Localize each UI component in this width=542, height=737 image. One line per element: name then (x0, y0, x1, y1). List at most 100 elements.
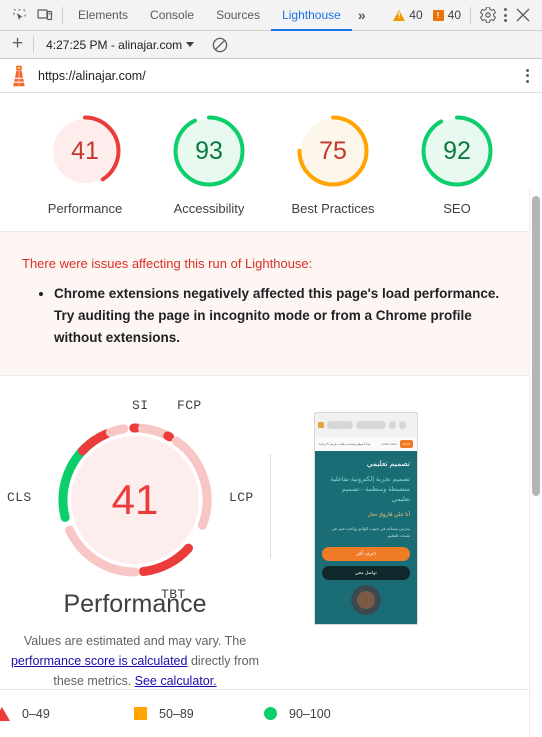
lighthouse-report: 41 Performance 93 Accessibility 75 Best … (0, 94, 542, 737)
page-screenshot-thumbnail: هذا الموقع يستخدم ملفات تعريف الارتباط L… (314, 412, 418, 625)
thumb-paragraph: مدرس مساعد في جنوب الوادي وباحث خبير في … (331, 525, 410, 539)
metric-label-si: SI (132, 398, 149, 413)
score-gauges: 41 Performance 93 Accessibility 75 Best … (0, 94, 542, 231)
panel-tabs: Elements Console Sources Lighthouse (67, 0, 352, 31)
thumb-heading-3: أنا علي فاروق نجار (367, 511, 410, 518)
metric-label-fcp: FCP (177, 398, 202, 413)
performance-gauge-value: 41 (111, 476, 159, 523)
gauge-value-performance: 41 (71, 136, 99, 165)
clear-all-icon[interactable] (210, 35, 230, 55)
new-audit-button[interactable]: + (8, 34, 29, 55)
legend-range-medium: 50–89 (159, 706, 194, 721)
run-warning-item: Chrome extensions negatively affected th… (54, 283, 520, 349)
device-toolbar-icon[interactable] (32, 2, 58, 28)
run-warnings-banner: There were issues affecting this run of … (0, 231, 542, 376)
legend-item-medium: 50–89 (134, 707, 264, 721)
toolbar-divider-2 (470, 6, 471, 24)
warnings-counter[interactable]: 40 (388, 8, 427, 22)
performance-section: 41 SI FCP LCP TBT CLS Performance Values… (0, 376, 542, 691)
warnings-count: 40 (409, 8, 423, 22)
gauge-seo[interactable]: 92 SEO (407, 112, 507, 217)
section-divider (270, 454, 271, 558)
thumb-nav-pill (327, 421, 353, 429)
performance-disclaimer: Values are estimated and may vary. The p… (0, 631, 270, 691)
close-icon[interactable] (510, 2, 536, 28)
devtools-toolbar: Elements Console Sources Lighthouse » 40… (0, 0, 542, 31)
thumb-secondary-button: تواصل معي (322, 565, 410, 580)
gauge-label-seo: SEO (443, 201, 471, 216)
legend-range-low: 0–49 (22, 706, 50, 721)
metric-label-tbt: TBT (161, 587, 186, 602)
tab-lighthouse[interactable]: Lighthouse (271, 0, 352, 31)
tab-sources[interactable]: Sources (205, 0, 271, 31)
lighthouse-logo (10, 65, 28, 87)
issue-square-icon (432, 9, 444, 21)
performance-heading: Performance (63, 590, 207, 618)
metric-label-cls: CLS (7, 490, 32, 505)
gauge-label-accessibility: Accessibility (173, 201, 245, 216)
lighthouse-run-toolbar: + 4:27:25 PM - alinajar.com (0, 31, 542, 59)
tab-console[interactable]: Console (139, 0, 205, 31)
metric-label-lcp: LCP (229, 490, 254, 505)
performance-metric-gauge: 41 SI FCP LCP TBT CLS (7, 398, 253, 602)
thumb-nav-pill-3 (389, 421, 396, 429)
gauge-value-best-practices: 75 (319, 136, 347, 165)
report-content: 41 Performance 93 Accessibility 75 Best … (0, 94, 542, 691)
disclaimer-text-1: Values are estimated and may vary. The (23, 634, 247, 648)
legend-range-high: 90–100 (289, 706, 331, 721)
thumb-cookie-learn-more: Learn more (381, 441, 397, 446)
see-calculator-link[interactable]: See calculator. (135, 674, 217, 688)
report-menu-icon[interactable] (523, 65, 532, 87)
thumb-nav-pill-4 (399, 421, 406, 429)
thumb-cookie-banner: هذا الموقع يستخدم ملفات تعريف الارتباط L… (315, 437, 417, 451)
report-scrollbar-track[interactable] (529, 188, 542, 737)
legend-item-high: 90–100 (264, 707, 331, 721)
gauge-label-best-practices: Best Practices (291, 201, 375, 216)
legend-triangle-icon (0, 706, 10, 721)
legend-item-low: 0–49 (0, 706, 134, 721)
thumb-browser-chrome (315, 413, 417, 437)
gauge-value-accessibility: 93 (195, 136, 223, 165)
run-warnings-list: Chrome extensions negatively affected th… (22, 283, 520, 349)
toolbar-right-group: 40 40 (388, 2, 536, 28)
run-selector-label: 4:27:25 PM - alinajar.com (46, 37, 183, 52)
gauge-best-practices[interactable]: 75 Best Practices (283, 112, 383, 217)
more-tabs-icon[interactable]: » (352, 7, 372, 23)
gauge-label-performance: Performance (47, 201, 123, 216)
warning-triangle-icon (393, 9, 406, 21)
score-calculation-link[interactable]: performance score is calculated (11, 654, 187, 668)
gear-icon[interactable] (475, 2, 501, 28)
legend-circle-icon (264, 707, 277, 720)
inspect-element-icon[interactable] (6, 2, 32, 28)
run-selector-dropdown[interactable]: 4:27:25 PM - alinajar.com (38, 38, 202, 52)
thumb-heading-2: تصميم تجربة إلكترونية تفاعلية منضبطة ومن… (330, 475, 410, 503)
gauge-ring-best-practices: 75 (294, 112, 372, 190)
devtools-menu-icon[interactable] (501, 4, 510, 26)
thumb-portrait-image (351, 584, 381, 615)
thumb-heading-1: تصميم تعليمي (366, 458, 410, 468)
gauge-ring-accessibility: 93 (170, 112, 248, 190)
thumb-cookie-text: هذا الموقع يستخدم ملفات تعريف الارتباط (319, 441, 371, 446)
report-url-bar: https://alinajar.com/ (0, 59, 542, 93)
thumb-page-body: تصميم تعليمي تصميم تجربة إلكترونية تفاعل… (315, 451, 417, 615)
gauge-ring-seo: 92 (418, 112, 496, 190)
run-warnings-title: There were issues affecting this run of … (22, 256, 313, 271)
gauge-performance[interactable]: 41 Performance (35, 112, 135, 217)
toolbar-divider (62, 6, 63, 24)
issues-counter[interactable]: 40 (428, 8, 466, 22)
report-scrollbar-thumb[interactable] (532, 196, 540, 496)
gauge-accessibility[interactable]: 93 Accessibility (159, 112, 259, 217)
tab-elements[interactable]: Elements (67, 0, 139, 31)
run-toolbar-divider (33, 36, 35, 53)
report-url: https://alinajar.com/ (38, 68, 146, 83)
gauge-value-seo: 92 (443, 136, 471, 165)
chevron-down-icon (186, 42, 195, 47)
thumb-cookie-accept: Got it (399, 440, 413, 448)
gauge-ring-performance: 41 (46, 112, 124, 190)
thumb-primary-button: اعرف أكثر (322, 546, 410, 561)
issues-count: 40 (447, 8, 461, 22)
thumb-logo-icon (318, 422, 324, 428)
thumb-nav-pill-2 (356, 421, 386, 429)
performance-left-column: 41 SI FCP LCP TBT CLS Performance Values… (0, 398, 270, 691)
legend-square-icon (134, 707, 147, 720)
